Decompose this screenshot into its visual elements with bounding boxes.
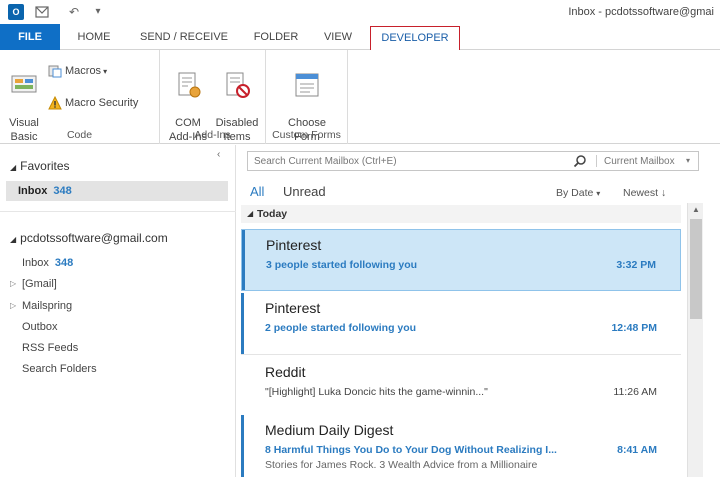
unread-indicator bbox=[242, 230, 245, 290]
folder-item-inbox[interactable]: Inbox 348 bbox=[22, 257, 73, 269]
collapse-pane-icon[interactable]: ‹ bbox=[217, 149, 220, 160]
message-row[interactable]: Pinterest 3 people started following you… bbox=[241, 229, 681, 291]
group-header-today[interactable]: ◢ Today bbox=[241, 205, 681, 223]
customize-toolbar-icon[interactable]: ▾ bbox=[90, 4, 106, 20]
favorites-inbox[interactable]: Inbox 348 bbox=[6, 181, 228, 201]
account-header[interactable]: ◢ pcdotssoftware@gmail.com bbox=[10, 231, 168, 245]
message-time: 3:32 PM bbox=[616, 259, 656, 271]
folder-item-gmail[interactable]: ▷ [Gmail] bbox=[10, 278, 57, 290]
macros-button[interactable]: Macros ▾ bbox=[48, 64, 107, 78]
macros-icon bbox=[48, 65, 62, 78]
account-label: pcdotssoftware@gmail.com bbox=[20, 231, 168, 245]
message-time: 11:26 AM bbox=[613, 386, 657, 398]
expand-triangle-icon: ◢ bbox=[10, 163, 17, 172]
message-sender: Pinterest bbox=[265, 300, 321, 316]
arrow-down-icon: ↓ bbox=[660, 187, 667, 199]
expand-arrow-icon[interactable]: ▷ bbox=[10, 301, 16, 310]
message-subject: 2 people started following you bbox=[265, 322, 417, 334]
collapse-triangle-icon: ◢ bbox=[247, 209, 254, 218]
folder-pane: ‹ ◢ Favorites Inbox 348 ◢ pcdotssoftware@gm… bbox=[0, 145, 236, 477]
folder-label: Inbox bbox=[22, 257, 49, 269]
undo-icon[interactable]: ↶ bbox=[66, 4, 82, 20]
folder-label: [Gmail] bbox=[22, 278, 57, 290]
favorites-label: Favorites bbox=[20, 159, 70, 173]
filter-all[interactable]: All bbox=[250, 184, 264, 199]
sort-by-label: By Date bbox=[556, 187, 594, 199]
sort-order-toggle[interactable]: Newest ↓ bbox=[623, 187, 666, 199]
folder-item-mailspring[interactable]: ▷ Mailspring bbox=[10, 300, 73, 312]
tab-file[interactable]: FILE bbox=[0, 24, 60, 50]
message-time: 12:48 PM bbox=[611, 322, 657, 334]
sort-order-label: Newest bbox=[623, 187, 659, 199]
unread-indicator bbox=[241, 415, 244, 477]
folder-label: Search Folders bbox=[22, 363, 97, 375]
search-icon[interactable] bbox=[573, 154, 587, 168]
group-label-addins: Add-Ins bbox=[194, 129, 231, 141]
chevron-down-icon: ▾ bbox=[103, 66, 108, 76]
sort-by-dropdown[interactable]: By Date ▾ bbox=[556, 187, 600, 199]
message-list-scrollbar[interactable]: ▲ bbox=[687, 203, 703, 477]
title-bar: O ↶ ▾ Inbox - pcdotssoftware@gmai bbox=[0, 0, 720, 24]
inbox-label: Inbox bbox=[18, 185, 48, 197]
visual-basic-icon bbox=[11, 75, 37, 93]
search-scope-dropdown[interactable]: Current Mailbox bbox=[604, 156, 675, 167]
tab-send-receive[interactable]: SEND / RECEIVE bbox=[132, 24, 236, 50]
ribbon-group-custom-forms: Choose Form Custom Forms bbox=[266, 50, 348, 144]
folder-item-rss-feeds[interactable]: RSS Feeds bbox=[22, 342, 78, 354]
message-sender: Pinterest bbox=[266, 237, 322, 253]
chevron-down-icon[interactable]: ▾ bbox=[686, 156, 690, 165]
message-subject: 3 people started following you bbox=[266, 259, 418, 271]
folder-item-search-folders[interactable]: Search Folders bbox=[22, 363, 97, 375]
tab-folder[interactable]: FOLDER bbox=[248, 24, 304, 50]
ribbon: Visual Basic Macros ▾ Macro Security Code… bbox=[0, 50, 720, 144]
search-input[interactable]: Search Current Mailbox (Ctrl+E) bbox=[254, 156, 397, 167]
message-row[interactable]: Pinterest 2 people started following you… bbox=[241, 293, 681, 355]
disabled-items-icon bbox=[226, 72, 250, 98]
scroll-up-icon[interactable]: ▲ bbox=[688, 203, 704, 217]
folder-label: RSS Feeds bbox=[22, 342, 79, 354]
group-header-label: Today bbox=[257, 208, 288, 220]
tab-home[interactable]: HOME bbox=[70, 24, 118, 50]
macro-security-label: Macro Security bbox=[65, 96, 139, 109]
divider bbox=[0, 211, 236, 212]
scroll-thumb[interactable] bbox=[690, 219, 702, 319]
message-preview: Stories for James Rock. 3 Wealth Advice … bbox=[265, 459, 538, 471]
warning-icon bbox=[48, 96, 62, 110]
window-title: Inbox - pcdotssoftware@gmai bbox=[568, 6, 714, 18]
folder-item-outbox[interactable]: Outbox bbox=[22, 321, 57, 333]
macro-security-button[interactable]: Macro Security bbox=[48, 96, 138, 110]
tab-view[interactable]: VIEW bbox=[316, 24, 360, 50]
message-subject: "[Highlight] Luka Doncic hits the game-w… bbox=[265, 386, 488, 398]
com-addins-icon bbox=[178, 72, 201, 98]
inbox-count: 348 bbox=[53, 185, 72, 197]
unread-indicator bbox=[241, 293, 244, 354]
message-subject: 8 Harmful Things You Do to Your Dog With… bbox=[265, 444, 557, 456]
message-row[interactable]: Medium Daily Digest 8 Harmful Things You… bbox=[241, 415, 681, 477]
filter-unread[interactable]: Unread bbox=[283, 184, 326, 199]
message-list: Search Current Mailbox (Ctrl+E) Current … bbox=[237, 145, 720, 477]
ribbon-group-code: Visual Basic Macros ▾ Macro Security Code bbox=[0, 50, 160, 144]
message-sender: Reddit bbox=[265, 364, 306, 380]
message-sender: Medium Daily Digest bbox=[265, 422, 394, 438]
chevron-down-icon: ▾ bbox=[596, 189, 601, 198]
macros-label: Macros bbox=[65, 64, 102, 77]
message-time: 8:41 AM bbox=[617, 444, 657, 456]
folder-label: Outbox bbox=[22, 321, 58, 333]
message-row[interactable]: Reddit "[Highlight] Luka Doncic hits the… bbox=[241, 357, 681, 419]
send-receive-icon[interactable] bbox=[34, 4, 50, 20]
ribbon-tabs: FILE HOME SEND / RECEIVE FOLDER VIEW DEV… bbox=[0, 24, 720, 52]
form-icon bbox=[295, 73, 319, 97]
folder-label: Mailspring bbox=[22, 300, 73, 312]
favorites-header[interactable]: ◢ Favorites bbox=[10, 159, 70, 173]
search-box[interactable]: Search Current Mailbox (Ctrl+E) Current … bbox=[247, 151, 699, 171]
expand-triangle-icon: ◢ bbox=[10, 235, 17, 244]
expand-arrow-icon[interactable]: ▷ bbox=[10, 279, 16, 288]
ribbon-group-addins: COM Add-Ins Disabled Items Add-Ins bbox=[160, 50, 266, 144]
search-separator bbox=[596, 155, 597, 167]
group-label-custom-forms: Custom Forms bbox=[272, 129, 341, 141]
inbox-count: 348 bbox=[54, 257, 74, 269]
outlook-app-icon[interactable]: O bbox=[8, 4, 24, 20]
tab-developer[interactable]: DEVELOPER bbox=[370, 26, 460, 52]
group-label-code: Code bbox=[66, 129, 93, 141]
